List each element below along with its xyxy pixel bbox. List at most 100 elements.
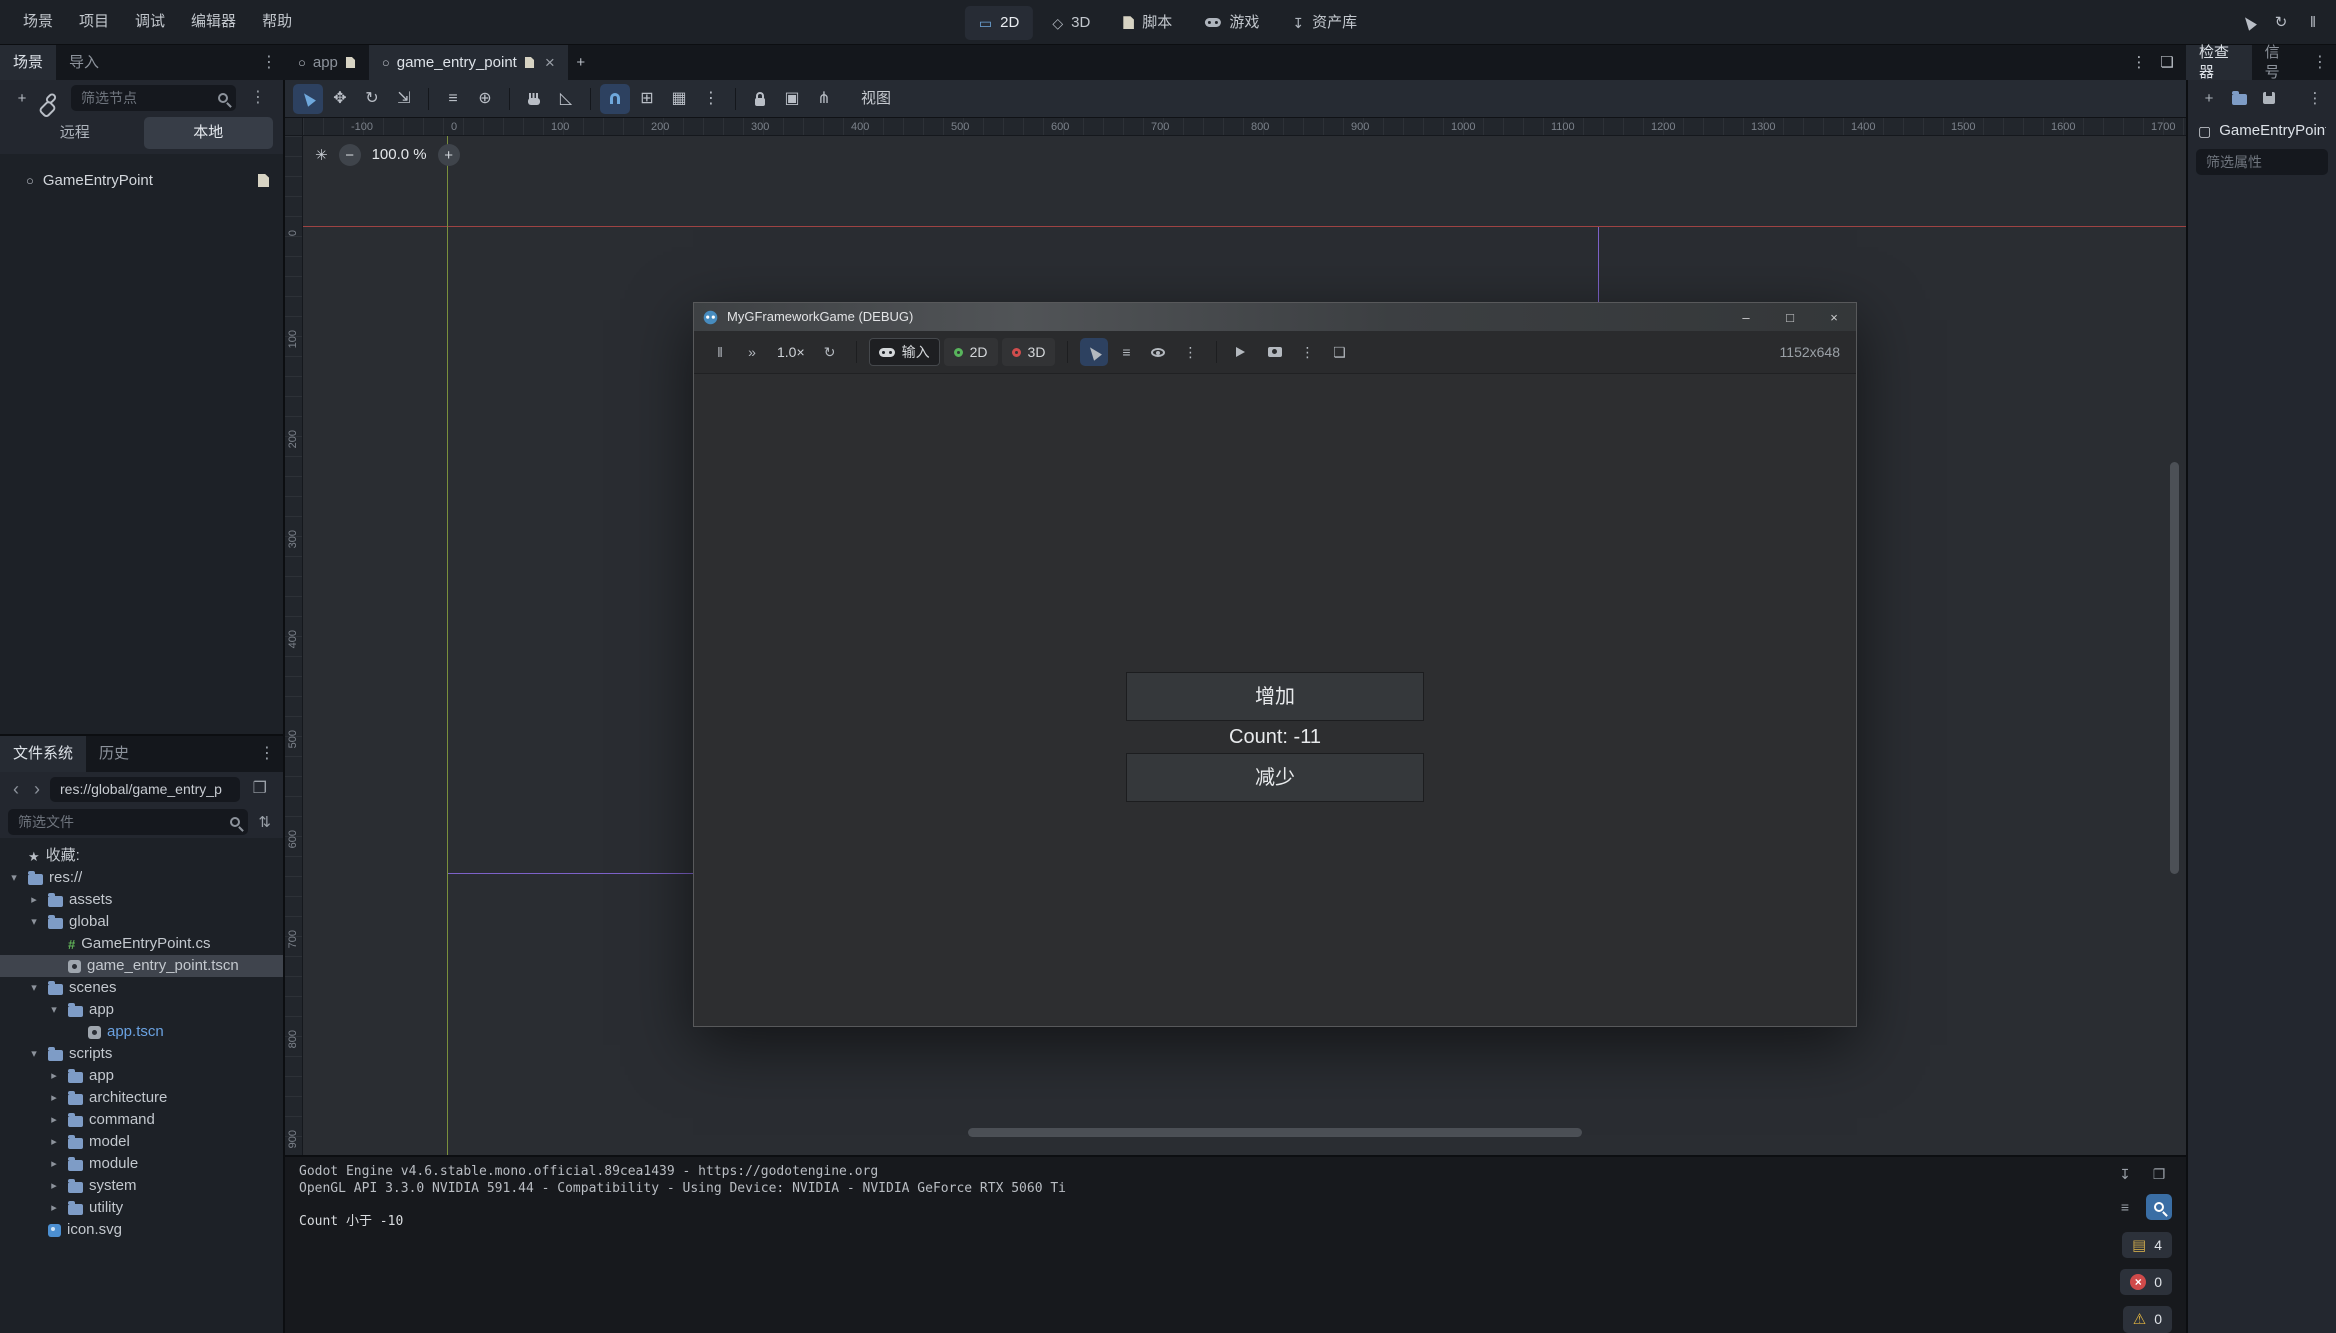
zoom-percentage[interactable]: 100.0 % <box>372 145 427 165</box>
fs-scripts-utility[interactable]: ▸utility <box>0 1197 283 1219</box>
nav-forward-icon[interactable]: › <box>29 780 45 798</box>
skeleton-options-icon[interactable]: ⋔ <box>809 84 839 114</box>
scene-tab-game-entry-point[interactable]: ○game_entry_point× <box>369 45 568 80</box>
ruler-tool-icon[interactable]: ◺ <box>551 84 581 114</box>
group-selection-icon[interactable]: ▣ <box>777 84 807 114</box>
fs-scripts-command-toggle-icon[interactable]: ▸ <box>46 1115 62 1126</box>
mode-2d-button[interactable]: 2D <box>944 338 998 366</box>
restart-game-icon[interactable]: ↻ <box>2268 9 2294 35</box>
tab-signals[interactable]: 信号 <box>2252 45 2304 80</box>
embed-fullscreen-icon[interactable]: ❏ <box>1325 338 1353 366</box>
restart-icon[interactable]: ↻ <box>816 338 844 366</box>
pixel-snap-icon[interactable]: ▦ <box>664 84 694 114</box>
fs-icon-svg[interactable]: icon.svg <box>0 1219 283 1241</box>
canvas-vertical-scrollbar[interactable] <box>2170 462 2179 874</box>
canvas-horizontal-scrollbar[interactable] <box>968 1128 1582 1137</box>
camera-override-icon[interactable] <box>1261 338 1289 366</box>
split-dock-icon[interactable]: ❐ <box>245 781 275 797</box>
load-resource-icon[interactable] <box>2226 85 2252 111</box>
scene-tab-app[interactable]: ○app <box>285 45 369 80</box>
mode-3d-button[interactable]: 3D <box>1002 338 1056 366</box>
fs-root-toggle-icon[interactable]: ▾ <box>6 873 22 884</box>
menu-editor[interactable]: 编辑器 <box>178 0 249 44</box>
workspace-script[interactable]: 脚本 <box>1109 6 1186 40</box>
scene-filter-input[interactable] <box>79 89 212 107</box>
game-select-tool-icon[interactable] <box>1080 338 1108 366</box>
input-mode-button[interactable]: 输入 <box>869 338 940 366</box>
scene-tab-app-script-icon[interactable] <box>346 57 355 68</box>
next-frame-icon[interactable]: » <box>738 338 766 366</box>
new-resource-icon[interactable]: + <box>2196 85 2222 111</box>
fs-app-tscn[interactable]: app.tscn <box>0 1021 283 1043</box>
sort-files-icon[interactable]: ⇅ <box>254 815 275 830</box>
fs-scenes-app[interactable]: ▾app <box>0 999 283 1021</box>
save-resource-icon[interactable] <box>2256 85 2282 111</box>
attached-script-icon[interactable] <box>258 174 269 187</box>
grid-snap-icon[interactable]: ⊞ <box>632 84 662 114</box>
view-menu-button[interactable]: 视图 <box>851 89 901 109</box>
fs-scripts-app-toggle-icon[interactable]: ▸ <box>46 1071 62 1082</box>
current-path-input[interactable] <box>58 780 232 798</box>
fs-scenes-toggle-icon[interactable]: ▾ <box>26 983 42 994</box>
scene-dock-menu-icon[interactable]: ⋮ <box>253 55 285 71</box>
fs-scripts-model-toggle-icon[interactable]: ▸ <box>46 1137 62 1148</box>
game-select-menu-icon[interactable]: ⋮ <box>1176 338 1204 366</box>
menu-project[interactable]: 项目 <box>66 0 122 44</box>
suspend-icon[interactable]: ‖ <box>706 338 734 366</box>
errors-badge[interactable]: 0 <box>2120 1269 2172 1295</box>
camera-menu-icon[interactable]: ⋮ <box>1293 338 1321 366</box>
fs-game-entry-point-tscn[interactable]: game_entry_point.tscn <box>0 955 283 977</box>
search-output-icon[interactable] <box>2146 1194 2172 1220</box>
pause-game-icon[interactable]: ‖ <box>2300 9 2326 35</box>
pan-tool-icon[interactable] <box>519 84 549 114</box>
fs-scenes-app-toggle-icon[interactable]: ▾ <box>46 1005 62 1016</box>
game-visibility-icon[interactable] <box>1144 338 1172 366</box>
expand-output-icon[interactable]: ↧ <box>2112 1161 2138 1187</box>
workspace-2d[interactable]: ▭2D <box>965 6 1033 40</box>
workspace-game[interactable]: 游戏 <box>1191 6 1273 40</box>
horizontal-ruler[interactable]: -100010020030040050060070080090010001100… <box>303 118 2186 136</box>
audio-mute-icon[interactable] <box>1229 338 1257 366</box>
fs-scripts-module[interactable]: ▸module <box>0 1153 283 1175</box>
filesystem-menu-icon[interactable]: ⋮ <box>251 746 283 762</box>
fs-global[interactable]: ▾global <box>0 911 283 933</box>
local-button[interactable]: 本地 <box>144 117 274 149</box>
fs-root[interactable]: ▾res:// <box>0 867 283 889</box>
inspector-extra-menu-icon[interactable]: ⋮ <box>2302 85 2328 111</box>
minimize-button[interactable]: – <box>1724 303 1768 331</box>
increase-button[interactable]: 增加 <box>1126 672 1424 721</box>
tab-scene[interactable]: 场景 <box>0 45 56 80</box>
fs-scripts[interactable]: ▾scripts <box>0 1043 283 1065</box>
tab-history[interactable]: 历史 <box>86 736 142 772</box>
add-node-icon[interactable]: + <box>9 85 35 111</box>
maximize-button[interactable]: □ <box>1768 303 1812 331</box>
fs-assets-toggle-icon[interactable]: ▸ <box>26 895 42 906</box>
inspector-dock-menu-icon[interactable]: ⋮ <box>2304 55 2336 71</box>
game-node-list-icon[interactable]: ≡ <box>1112 338 1140 366</box>
nav-back-icon[interactable]: ‹ <box>8 780 24 798</box>
instantiate-scene-icon[interactable] <box>39 85 65 111</box>
scene-tab-game-entry-point-close-icon[interactable]: × <box>545 54 555 71</box>
fs-scripts-model[interactable]: ▸model <box>0 1131 283 1153</box>
fs-scripts-system[interactable]: ▸system <box>0 1175 283 1197</box>
fs-scripts-command[interactable]: ▸command <box>0 1109 283 1131</box>
copy-output-icon[interactable]: ❐ <box>2146 1161 2172 1187</box>
workspace-3d[interactable]: ◇3D <box>1038 6 1104 40</box>
tab-import[interactable]: 导入 <box>56 45 112 80</box>
lock-selection-icon[interactable] <box>745 84 775 114</box>
tab-list-menu-icon[interactable]: ⋮ <box>2126 50 2152 76</box>
filter-output-icon[interactable]: ≡ <box>2112 1194 2138 1220</box>
property-filter-input[interactable] <box>2204 153 2320 171</box>
fs-favorites[interactable]: ★收藏: <box>0 845 283 867</box>
remote-button[interactable]: 远程 <box>10 117 140 149</box>
tab-inspector[interactable]: 检查器 <box>2186 45 2252 80</box>
fs-assets[interactable]: ▸assets <box>0 889 283 911</box>
smart-snap-icon[interactable] <box>600 84 630 114</box>
close-button[interactable]: × <box>1812 303 1856 331</box>
select-tool-icon[interactable] <box>293 84 323 114</box>
scene-tab-game-entry-point-script-icon[interactable] <box>525 57 534 68</box>
speed-label[interactable]: 1.0× <box>770 343 812 361</box>
vertical-ruler[interactable]: 0100200300400500600700800900 <box>285 136 303 1155</box>
menu-debug[interactable]: 调试 <box>122 0 178 44</box>
debug-continue-icon[interactable] <box>2236 9 2262 35</box>
